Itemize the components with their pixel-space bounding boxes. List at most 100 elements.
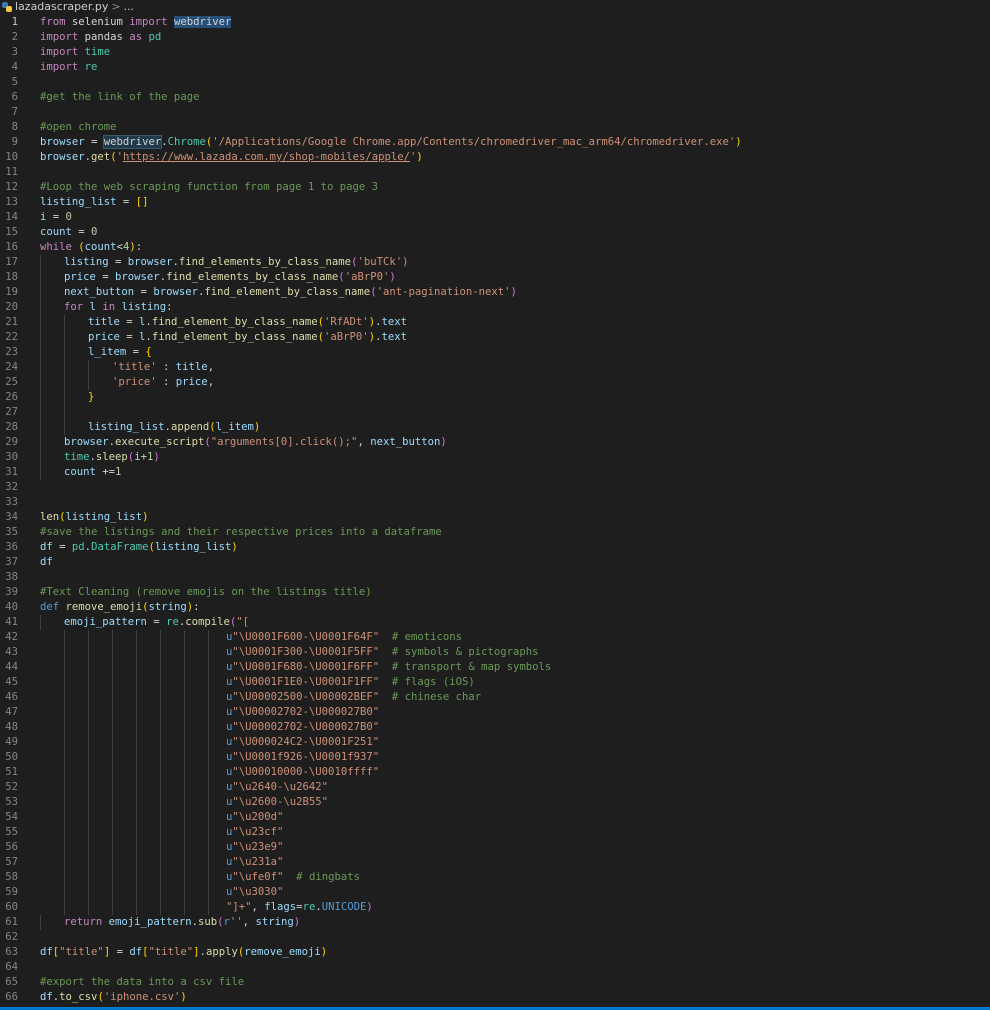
code-line[interactable]: 41 emoji_pattern = re.compile("[	[0, 615, 990, 630]
code-line[interactable]: 62	[0, 930, 990, 945]
code-line[interactable]: 45 u"\U0001F1E0-\U0001F1FF" # flags (iOS)	[0, 675, 990, 690]
indent-guide	[112, 705, 113, 720]
indent-guide	[160, 840, 161, 855]
code-line[interactable]: 7	[0, 105, 990, 120]
code-line[interactable]: 40 def remove_emoji(string):	[0, 600, 990, 615]
code-line[interactable]: 3 import time	[0, 45, 990, 60]
code-token: listing_list	[88, 421, 165, 433]
code-line[interactable]: 30 time.sleep(i+1)	[0, 450, 990, 465]
code-token: pandas	[78, 31, 130, 43]
code-line[interactable]: 19 next_button = browser.find_element_by_…	[0, 285, 990, 300]
code-token: browser	[115, 271, 160, 283]
code-line[interactable]: 50 u"\U0001f926-\U0001f937"	[0, 750, 990, 765]
code-line[interactable]: 59 u"\u3030"	[0, 885, 990, 900]
code-line[interactable]: 11	[0, 165, 990, 180]
code-line[interactable]: 2 import pandas as pd	[0, 30, 990, 45]
code-line[interactable]: 9 browser = webdriver.Chrome('/Applicatio…	[0, 135, 990, 150]
code-line[interactable]: 66 df.to_csv('iphone.csv')	[0, 990, 990, 1005]
code-text: "]+", flags=re.UNICODE)	[226, 900, 373, 915]
code-line[interactable]: 44 u"\U0001F680-\U0001F6FF" # transport &…	[0, 660, 990, 675]
code-line[interactable]: 31 count +=1	[0, 465, 990, 480]
code-line[interactable]: 5	[0, 75, 990, 90]
line-number: 45	[5, 676, 18, 688]
code-token: def	[40, 601, 60, 613]
code-line[interactable]: 20 for l in listing:	[0, 300, 990, 315]
code-line[interactable]: 43 u"\U0001F300-\U0001F5FF" # symbols & p…	[0, 645, 990, 660]
code-token: browser	[64, 436, 109, 448]
code-line[interactable]: 26}	[0, 390, 990, 405]
code-line[interactable]: 57 u"\u231a"	[0, 855, 990, 870]
code-line[interactable]: 25 'price' : price,	[0, 375, 990, 390]
code-token: count	[84, 241, 117, 253]
code-token: )	[510, 286, 517, 298]
code-line[interactable]: 15 count = 0	[0, 225, 990, 240]
code-line[interactable]: 28 listing_list.append(l_item)	[0, 420, 990, 435]
code-line[interactable]: 49 u"\U000024C2-\U0001F251"	[0, 735, 990, 750]
code-line[interactable]: 37 df	[0, 555, 990, 570]
code-line[interactable]: 52 u"\u2640-\u2642"	[0, 780, 990, 795]
code-line[interactable]: 8 #open chrome	[0, 120, 990, 135]
code-line[interactable]: 61 return emoji_pattern.sub(r'', string)	[0, 915, 990, 930]
code-line[interactable]: 46 u"\U00002500-\U00002BEF" # chinese cha…	[0, 690, 990, 705]
code-line[interactable]: 64	[0, 960, 990, 975]
code-token: remove_emoji	[244, 946, 321, 958]
code-line[interactable]: 10 browser.get('https://www.lazada.com.my…	[0, 150, 990, 165]
line-number: 19	[5, 286, 18, 298]
code-text: count +=1	[64, 465, 121, 480]
code-token: title	[175, 361, 208, 373]
code-token: "title"	[148, 946, 194, 958]
code-line[interactable]: 13 listing_list = []	[0, 195, 990, 210]
line-number: 21	[5, 316, 18, 328]
code-line[interactable]: 29 browser.execute_script("arguments[0].c…	[0, 435, 990, 450]
code-line[interactable]: 33	[0, 495, 990, 510]
code-line[interactable]: 39 #Text Cleaning (remove emojis on the l…	[0, 585, 990, 600]
code-line[interactable]: 12 #Loop the web scraping function from p…	[0, 180, 990, 195]
code-token: #open chrome	[40, 121, 117, 133]
code-token: 'ant-pagination-next'	[376, 286, 511, 298]
code-line[interactable]: 6 #get the link of the page	[0, 90, 990, 105]
code-line[interactable]: 53 u"\u2600-\u2B55"	[0, 795, 990, 810]
code-line[interactable]: 54 u"\u200d"	[0, 810, 990, 825]
indent-guide	[136, 765, 137, 780]
code-line[interactable]: 47 u"\U00002702-\U000027B0"	[0, 705, 990, 720]
code-line[interactable]: 56 u"\u23e9"	[0, 840, 990, 855]
code-token[interactable]: https://www.lazada.com.my/shop-mobiles/a…	[123, 151, 410, 163]
code-token: # chinese char	[391, 691, 482, 703]
code-text: 'title' : title,	[112, 360, 214, 375]
code-line[interactable]: 58 u"\ufe0f" # dingbats	[0, 870, 990, 885]
code-token: for	[64, 301, 84, 313]
code-line[interactable]: 63 df["title"] = df["title"].apply(remove…	[0, 945, 990, 960]
code-line[interactable]: 55 u"\u23cf"	[0, 825, 990, 840]
code-line[interactable]: 32	[0, 480, 990, 495]
code-token: # transport & map symbols	[391, 661, 552, 673]
code-line[interactable]: 18 price = browser.find_elements_by_class…	[0, 270, 990, 285]
code-line[interactable]: 23 l_item = {	[0, 345, 990, 360]
code-line[interactable]: 16 while (count<4):	[0, 240, 990, 255]
code-line[interactable]: 38	[0, 570, 990, 585]
code-line[interactable]: 48 u"\U00002702-\U000027B0"	[0, 720, 990, 735]
code-line[interactable]: 17 listing = browser.find_elements_by_cla…	[0, 255, 990, 270]
code-editor[interactable]: 1 from selenium import webdriver 2 import p…	[0, 15, 990, 1005]
code-line[interactable]: 34 len(listing_list)	[0, 510, 990, 525]
code-line[interactable]: 4 import re	[0, 60, 990, 75]
indent-guide	[208, 765, 209, 780]
code-line[interactable]: 21 title = l.find_element_by_class_name('…	[0, 315, 990, 330]
line-number: 31	[5, 466, 18, 478]
code-line[interactable]: 24 'title' : title,	[0, 360, 990, 375]
code-line[interactable]: 27	[0, 405, 990, 420]
code-text: len(listing_list)	[40, 510, 148, 525]
breadcrumb-ellipsis[interactable]: ...	[124, 0, 135, 14]
code-line[interactable]: 51 u"\U00010000-\U0010ffff"	[0, 765, 990, 780]
code-line[interactable]: 14 i = 0	[0, 210, 990, 225]
code-line[interactable]: 42 u"\U0001F600-\U0001F64F" # emoticons	[0, 630, 990, 645]
indent-guide	[112, 675, 113, 690]
code-line[interactable]: 22 price = l.find_element_by_class_name('…	[0, 330, 990, 345]
code-line[interactable]: 1 from selenium import webdriver	[0, 15, 990, 30]
code-line[interactable]: 65 #export the data into a csv file	[0, 975, 990, 990]
breadcrumb-filename[interactable]: lazadascraper.py	[15, 0, 108, 14]
indent-guide	[64, 705, 65, 720]
code-token: 'buTCk'	[357, 256, 403, 268]
code-line[interactable]: 36 df = pd.DataFrame(listing_list)	[0, 540, 990, 555]
code-line[interactable]: 60 "]+", flags=re.UNICODE)	[0, 900, 990, 915]
code-line[interactable]: 35 #save the listings and their respectiv…	[0, 525, 990, 540]
